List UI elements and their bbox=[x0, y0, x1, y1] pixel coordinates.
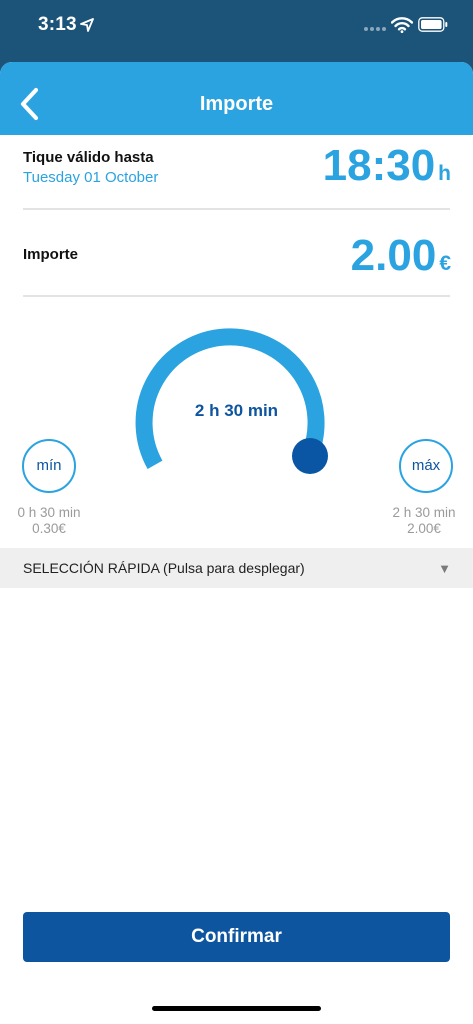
min-duration: 0 h 30 min bbox=[17, 505, 81, 520]
confirm-button[interactable]: Confirmar bbox=[23, 912, 450, 962]
nav-bar: Importe bbox=[0, 62, 473, 135]
quick-select-label: SELECCIÓN RÁPIDA (Pulsa para desplegar) bbox=[23, 560, 305, 576]
wifi-icon bbox=[391, 17, 413, 33]
triangle-down-icon: ▼ bbox=[438, 561, 451, 576]
amount-currency: € bbox=[439, 252, 451, 275]
max-price: 2.00€ bbox=[407, 521, 441, 536]
min-range: 0 h 30 min 0.30€ bbox=[0, 505, 98, 537]
divider bbox=[23, 295, 450, 297]
max-range: 2 h 30 min 2.00€ bbox=[375, 505, 473, 537]
status-bar: 3:13 bbox=[0, 0, 473, 60]
battery-icon bbox=[418, 17, 448, 32]
amount-label: Importe bbox=[23, 246, 79, 263]
min-price: 0.30€ bbox=[32, 521, 66, 536]
home-indicator bbox=[152, 1006, 321, 1011]
ticket-label: Tique válido hasta bbox=[23, 149, 154, 166]
max-button[interactable]: máx bbox=[399, 439, 453, 493]
location-arrow-icon bbox=[80, 18, 94, 32]
signal-icon bbox=[364, 27, 386, 31]
status-time: 3:13 bbox=[38, 14, 77, 35]
ticket-date: Tuesday 01 October bbox=[23, 169, 159, 186]
page-title: Importe bbox=[199, 93, 274, 115]
dial-duration-label: 2 h 30 min bbox=[194, 401, 279, 420]
max-duration: 2 h 30 min bbox=[392, 505, 456, 520]
quick-select-dropdown[interactable]: SELECCIÓN RÁPIDA (Pulsa para desplegar) … bbox=[0, 548, 473, 588]
dial-knob[interactable] bbox=[292, 438, 328, 474]
amount-number: 2.00 bbox=[350, 231, 437, 280]
ticket-time-value: 18:30 bbox=[322, 141, 436, 190]
ticket-time-unit: h bbox=[438, 162, 451, 185]
amount-value: 2.00 € bbox=[351, 231, 451, 281]
min-button[interactable]: mín bbox=[22, 439, 76, 493]
ticket-time: 18:30 h bbox=[323, 141, 451, 191]
divider bbox=[23, 208, 450, 210]
main-sheet: Importe Tique válido hasta Tuesday 01 Oc… bbox=[0, 62, 473, 1024]
